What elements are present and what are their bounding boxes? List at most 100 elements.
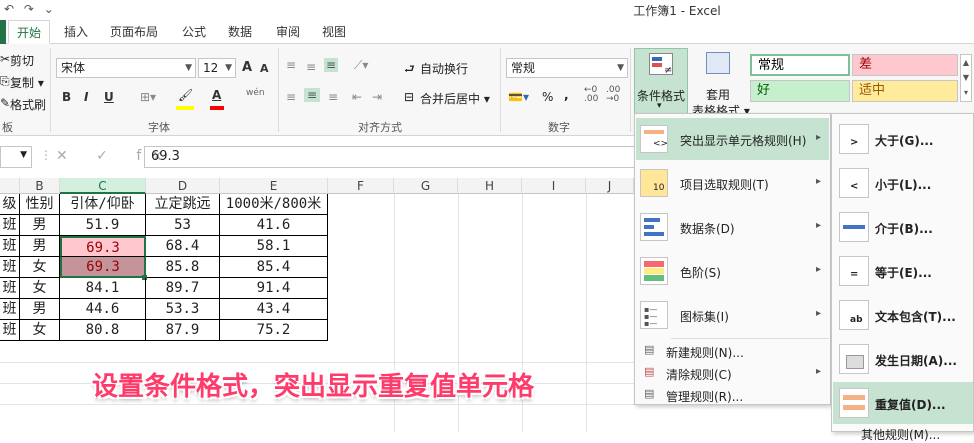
tab-home[interactable]: 开始 bbox=[8, 20, 51, 44]
font-color-button[interactable]: A bbox=[212, 88, 221, 102]
menu-item-duplicate-values[interactable]: 重复值(D)... bbox=[833, 382, 973, 424]
table-cell[interactable]: 男 bbox=[20, 236, 60, 257]
styles-scroll[interactable]: ▲ ▼ ▾ bbox=[960, 54, 972, 102]
tab-insert[interactable]: 插入 bbox=[56, 20, 96, 44]
table-header-cell[interactable]: 引体/仰卧 bbox=[60, 194, 146, 215]
table-cell[interactable]: 84.1 bbox=[60, 278, 146, 299]
tab-data[interactable]: 数据 bbox=[220, 20, 260, 44]
comma-button[interactable]: , bbox=[564, 88, 569, 102]
table-cell[interactable]: 80.8 bbox=[60, 320, 146, 341]
menu-item-color-scales[interactable]: 色阶(S) ▸ bbox=[636, 250, 829, 292]
style-good[interactable]: 好 bbox=[750, 80, 850, 102]
table-cell[interactable]: 女 bbox=[20, 257, 60, 278]
table-cell[interactable]: 女 bbox=[20, 278, 60, 299]
number-format-select[interactable]: 常规 ▼ bbox=[506, 58, 628, 78]
table-cell[interactable]: 68.4 bbox=[146, 236, 220, 257]
table-cell[interactable]: 85.4 bbox=[220, 257, 328, 278]
tab-review[interactable]: 审阅 bbox=[268, 20, 308, 44]
menu-item-clear-rules[interactable]: ▤ 清除规则(C) ▸ bbox=[636, 362, 829, 384]
decrease-decimal-icon[interactable]: .00 →0 bbox=[606, 86, 620, 104]
column-header[interactable]: B bbox=[20, 178, 60, 194]
table-cell[interactable]: 53 bbox=[146, 215, 220, 236]
menu-item-data-bars[interactable]: 数据条(D) ▸ bbox=[636, 206, 829, 248]
table-header-cell[interactable]: 级 bbox=[0, 194, 20, 215]
middle-align-icon[interactable]: ≡ bbox=[306, 60, 316, 74]
menu-item-text-contains[interactable]: ab 文本包含(T)... bbox=[833, 294, 973, 336]
tab-formulas[interactable]: 公式 bbox=[174, 20, 214, 44]
bold-button[interactable]: B bbox=[62, 90, 71, 104]
menu-item-date-occurring[interactable]: 发生日期(A)... bbox=[833, 338, 973, 380]
table-header-cell[interactable]: 立定跳远 bbox=[146, 194, 220, 215]
table-cell[interactable]: 43.4 bbox=[220, 299, 328, 320]
duplicate-highlight-cell[interactable]: 69.3 bbox=[60, 236, 146, 257]
table-cell[interactable]: 58.1 bbox=[220, 236, 328, 257]
table-header-cell[interactable]: 1000米/800米 bbox=[220, 194, 328, 215]
table-header-cell[interactable]: 性别 bbox=[20, 194, 60, 215]
italic-button[interactable]: I bbox=[84, 90, 88, 104]
align-left-icon[interactable]: ≡ bbox=[286, 90, 296, 104]
column-header[interactable]: G bbox=[394, 178, 458, 194]
decrease-indent-icon[interactable]: ⇤ bbox=[352, 90, 362, 104]
table-cell[interactable]: 班 bbox=[0, 320, 20, 341]
format-painter-button[interactable]: 格式刷 bbox=[10, 96, 46, 113]
menu-item-manage-rules[interactable]: ▤ 管理规则(R)... bbox=[636, 384, 829, 406]
menu-item-less-than[interactable]: < 小于(L)... bbox=[833, 162, 973, 204]
tab-file[interactable] bbox=[0, 20, 6, 44]
table-cell[interactable]: 男 bbox=[20, 299, 60, 320]
table-cell[interactable]: 75.2 bbox=[220, 320, 328, 341]
table-cell[interactable]: 班 bbox=[0, 257, 20, 278]
currency-icon[interactable]: 💳▾ bbox=[508, 90, 529, 104]
table-cell[interactable]: 87.9 bbox=[146, 320, 220, 341]
column-header[interactable]: J bbox=[586, 178, 634, 194]
style-neutral[interactable]: 适中 bbox=[852, 80, 958, 102]
align-right-icon[interactable]: ≡ bbox=[328, 90, 338, 104]
menu-item-highlight-cells-rules[interactable]: <> 突出显示单元格规则(H) ▸ bbox=[636, 118, 829, 160]
style-normal[interactable]: 常规 bbox=[750, 54, 850, 76]
column-header[interactable]: D bbox=[146, 178, 220, 194]
cut-button[interactable]: 剪切 bbox=[10, 52, 34, 69]
merge-center-button[interactable]: 合并后居中 ▾ bbox=[420, 90, 490, 107]
menu-item-new-rule[interactable]: ▤ 新建规则(N)... bbox=[636, 340, 829, 362]
column-header[interactable]: F bbox=[328, 178, 394, 194]
duplicate-highlight-cell[interactable]: 69.3 bbox=[60, 257, 146, 278]
menu-item-greater-than[interactable]: > 大于(G)... bbox=[833, 118, 973, 160]
table-cell[interactable]: 女 bbox=[20, 320, 60, 341]
wrap-text-button[interactable]: 自动换行 bbox=[420, 60, 468, 77]
table-cell[interactable]: 班 bbox=[0, 236, 20, 257]
percent-button[interactable]: % bbox=[542, 90, 553, 104]
conditional-formatting-button[interactable]: ≠ 条件格式 ▾ bbox=[634, 48, 688, 116]
menu-item-more-rules[interactable]: 其他规则(M)... bbox=[833, 424, 973, 442]
increase-decimal-icon[interactable]: ←0.00 bbox=[584, 86, 598, 104]
fill-color-icon[interactable]: 🖌 bbox=[178, 88, 193, 102]
align-center-icon[interactable]: ≡ bbox=[304, 88, 321, 102]
menu-item-icon-sets[interactable]: ▪— ▪— ▪— 图标集(I) ▸ bbox=[636, 294, 829, 336]
table-cell[interactable]: 89.7 bbox=[146, 278, 220, 299]
table-cell[interactable]: 53.3 bbox=[146, 299, 220, 320]
column-header-a[interactable] bbox=[0, 178, 20, 194]
grow-font-button[interactable]: A bbox=[242, 60, 252, 75]
table-cell[interactable]: 男 bbox=[20, 215, 60, 236]
copy-button[interactable]: 复制 ▾ bbox=[10, 74, 44, 91]
tab-view[interactable]: 视图 bbox=[314, 20, 354, 44]
menu-item-equal-to[interactable]: = 等于(E)... bbox=[833, 250, 973, 292]
name-box[interactable]: ▼ bbox=[0, 146, 32, 168]
column-header[interactable]: C bbox=[60, 178, 146, 194]
column-header[interactable]: H bbox=[458, 178, 522, 194]
table-cell[interactable]: 91.4 bbox=[220, 278, 328, 299]
orientation-icon[interactable]: ⟋▾ bbox=[354, 58, 368, 73]
top-align-icon[interactable]: ≡ bbox=[286, 58, 296, 72]
menu-item-top-bottom-rules[interactable]: 10 项目选取规则(T) ▸ bbox=[636, 162, 829, 204]
table-cell[interactable]: 44.6 bbox=[60, 299, 146, 320]
phonetic-button[interactable]: wén bbox=[246, 88, 265, 98]
table-cell[interactable]: 班 bbox=[0, 278, 20, 299]
tab-page-layout[interactable]: 页面布局 bbox=[102, 20, 166, 44]
bottom-align-icon[interactable]: ≡ bbox=[324, 58, 339, 72]
shrink-font-button[interactable]: A bbox=[260, 62, 269, 75]
style-bad[interactable]: 差 bbox=[852, 54, 958, 76]
font-name-select[interactable]: 宋体 ▼ bbox=[56, 58, 196, 78]
format-as-table-button[interactable]: 套用 表格格式 ▾ bbox=[692, 48, 750, 118]
increase-indent-icon[interactable]: ⇥ bbox=[372, 90, 382, 104]
font-size-select[interactable]: 12 ▼ bbox=[198, 58, 236, 78]
column-header[interactable]: I bbox=[522, 178, 586, 194]
menu-item-between[interactable]: 介于(B)... bbox=[833, 206, 973, 248]
